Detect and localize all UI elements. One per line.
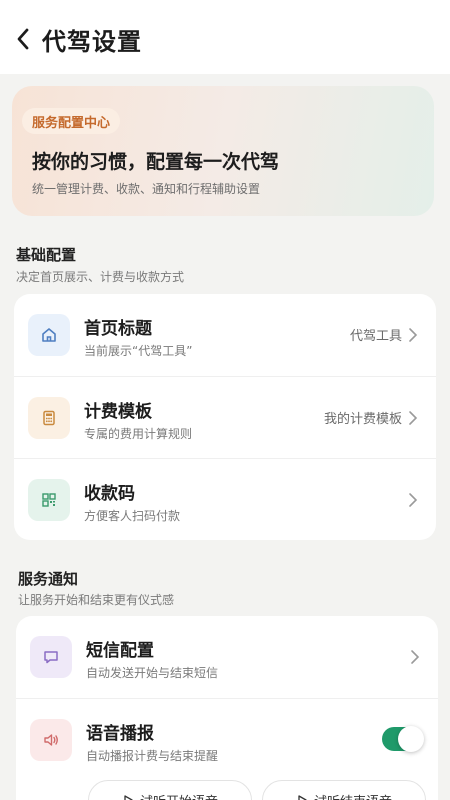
section-title-notice: 服务通知	[18, 570, 79, 588]
row-subtitle: 方便客人扫码付款	[84, 509, 181, 523]
basic-config-card: 首页标题 当前展示“代驾工具” 代驾工具 计费模板 专属的费用计算规则 我的计费…	[14, 294, 436, 540]
preview-start-voice-button[interactable]: 试听开始语音	[88, 780, 252, 800]
play-icon	[298, 795, 307, 800]
speaker-icon	[30, 719, 72, 761]
row-billing-template[interactable]: 计费模板 专属的费用计算规则 我的计费模板	[14, 376, 436, 458]
section-title-basic: 基础配置	[16, 246, 77, 264]
row-value: 代驾工具	[349, 329, 402, 344]
row-title: 短信配置	[86, 641, 154, 661]
service-notice-card: 短信配置 自动发送开始与结束短信 语音播报 自动播报计费与结束提醒	[16, 616, 438, 800]
toggle-knob	[398, 726, 424, 752]
row-title: 首页标题	[84, 319, 152, 339]
chevron-left-icon	[17, 28, 29, 50]
hero-subtitle: 统一管理计费、收款、通知和行程辅助设置	[32, 182, 261, 196]
row-subtitle: 专属的费用计算规则	[84, 427, 193, 441]
section-subtitle-basic: 决定首页展示、计费与收款方式	[16, 270, 185, 284]
row-value: 我的计费模板	[323, 412, 402, 427]
row-title: 计费模板	[84, 402, 152, 422]
hero-tag: 服务配置中心	[22, 108, 121, 134]
preview-end-voice-button[interactable]: 试听结束语音	[262, 780, 426, 800]
calculator-icon	[28, 397, 70, 439]
row-title: 收款码	[84, 484, 135, 504]
preview-end-label: 试听结束语音	[314, 791, 392, 800]
row-voice-broadcast: 语音播报 自动播报计费与结束提醒	[16, 698, 438, 780]
row-sms-config[interactable]: 短信配置 自动发送开始与结束短信	[16, 616, 438, 698]
play-icon	[124, 795, 133, 800]
qrcode-icon	[28, 479, 70, 521]
section-subtitle-notice: 让服务开始和结束更有仪式感	[18, 593, 175, 607]
row-subtitle: 当前展示“代驾工具”	[84, 344, 193, 358]
home-icon	[28, 314, 70, 356]
chevron-right-icon	[409, 328, 418, 342]
row-subtitle: 自动播报计费与结束提醒	[86, 749, 219, 763]
chevron-right-icon	[409, 493, 418, 507]
voice-toggle[interactable]	[382, 726, 424, 752]
back-button[interactable]	[12, 26, 34, 52]
chevron-right-icon	[411, 650, 420, 664]
page-title: 代驾设置	[42, 28, 142, 56]
row-title: 语音播报	[86, 724, 154, 744]
nav-bar: 代驾设置	[0, 0, 450, 74]
row-subtitle: 自动发送开始与结束短信	[86, 666, 219, 680]
hero-title: 按你的习惯，配置每一次代驾	[32, 151, 280, 173]
preview-start-label: 试听开始语音	[140, 791, 218, 800]
chevron-right-icon	[409, 411, 418, 425]
row-home-title[interactable]: 首页标题 当前展示“代驾工具” 代驾工具	[14, 294, 436, 376]
row-payment-code[interactable]: 收款码 方便客人扫码付款	[14, 458, 436, 540]
message-icon	[30, 636, 72, 678]
